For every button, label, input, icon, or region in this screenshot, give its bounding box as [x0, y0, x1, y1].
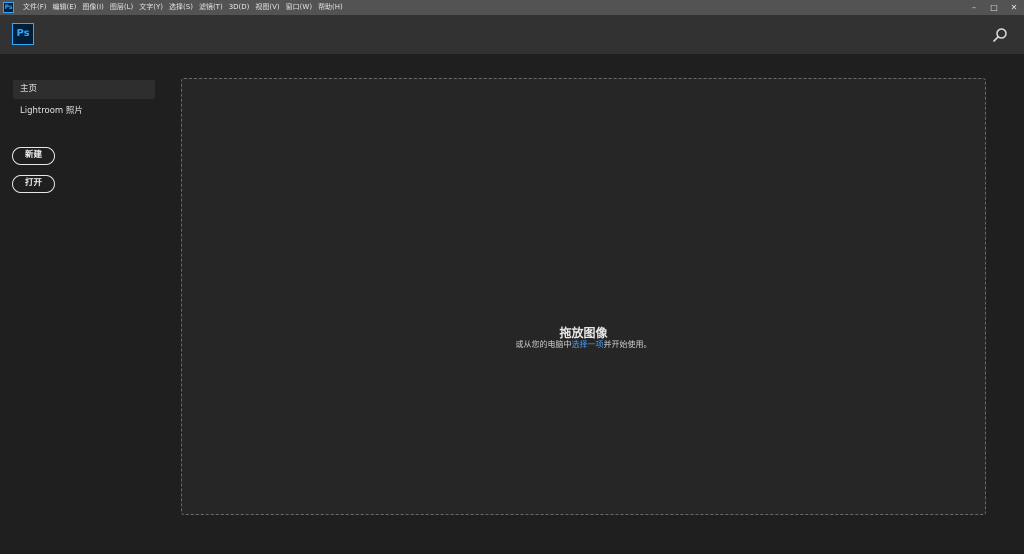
drop-zone-subtitle-prefix: 或从您的电脑中: [515, 340, 572, 349]
drop-zone-subtitle-suffix: 并开始使用。: [603, 340, 652, 349]
menu-view[interactable]: 视图(V): [252, 0, 282, 15]
search-icon[interactable]: [992, 27, 1008, 43]
menu-window[interactable]: 窗口(W): [283, 0, 315, 15]
menu-bar: Ps 文件(F) 编辑(E) 图像(I) 图层(L) 文字(Y) 选择(S) 滤…: [0, 0, 1024, 15]
open-button[interactable]: 打开: [12, 175, 55, 193]
menu-help[interactable]: 帮助(H): [315, 0, 346, 15]
maximize-button[interactable]: □: [984, 0, 1004, 15]
menu-image[interactable]: 图像(I): [79, 0, 107, 15]
menu-filter[interactable]: 滤镜(T): [196, 0, 226, 15]
window-controls: – □ ✕: [964, 0, 1024, 15]
app-icon[interactable]: Ps: [3, 2, 14, 13]
menu-select[interactable]: 选择(S): [166, 0, 196, 15]
menu-layer[interactable]: 图层(L): [107, 0, 136, 15]
menu-edit[interactable]: 编辑(E): [50, 0, 80, 15]
menu-3d[interactable]: 3D(D): [226, 0, 253, 15]
menu-type[interactable]: 文字(Y): [136, 0, 166, 15]
header-bar: Ps: [0, 15, 1024, 54]
select-file-link[interactable]: 选择一项: [572, 340, 604, 349]
sidebar-item-home[interactable]: 主页: [13, 80, 155, 99]
close-button[interactable]: ✕: [1004, 0, 1024, 15]
minimize-button[interactable]: –: [964, 0, 984, 15]
drop-zone-subtitle: 或从您的电脑中选择一项并开始使用。: [182, 339, 985, 350]
drop-zone[interactable]: 拖放图像 或从您的电脑中选择一项并开始使用。: [181, 78, 986, 515]
sidebar: 主页 Lightroom 照片 新建 打开: [0, 54, 170, 554]
photoshop-logo[interactable]: Ps: [12, 23, 34, 45]
sidebar-item-lightroom-photos[interactable]: Lightroom 照片: [13, 102, 155, 121]
new-button[interactable]: 新建: [12, 147, 55, 165]
menu-file[interactable]: 文件(F): [20, 0, 50, 15]
